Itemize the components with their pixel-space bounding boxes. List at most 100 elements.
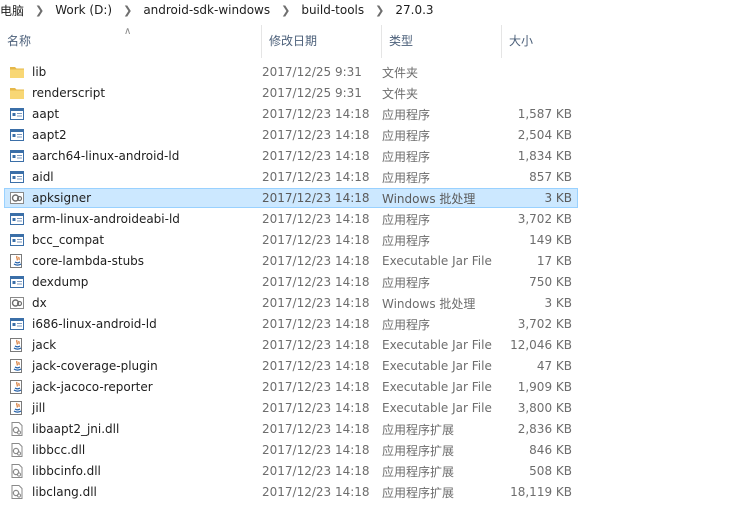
file-size: 2,836 KB [517, 422, 572, 436]
exe-icon [9, 148, 25, 164]
file-date: 2017/12/23 14:18 [262, 401, 370, 415]
batch-icon [9, 295, 25, 311]
dll-icon [9, 484, 25, 500]
file-type: 应用程序 [382, 233, 431, 248]
file-row[interactable]: lib 2017/12/25 9:31 文件夹 [4, 62, 578, 82]
dll-icon [9, 421, 25, 437]
file-name-cell: jack-jacoco-reporter [5, 379, 262, 395]
file-size: 149 KB [529, 233, 572, 247]
file-name: libaapt2_jni.dll [32, 422, 120, 436]
file-name-cell: libclang.dll [5, 484, 262, 500]
file-type: 应用程序 [382, 275, 431, 290]
file-type: 应用程序扩展 [382, 485, 455, 500]
column-header-size[interactable]: 大小 [501, 25, 581, 58]
column-header-type[interactable]: 类型 [381, 25, 501, 58]
file-row[interactable]: dx 2017/12/23 14:18 Windows 批处理 3 KB [4, 293, 578, 313]
exe-icon [9, 232, 25, 248]
file-row[interactable]: apksigner 2017/12/23 14:18 Windows 批处理 3 KB [4, 188, 578, 208]
file-name-cell: renderscript [5, 85, 262, 101]
file-date: 2017/12/23 14:18 [262, 485, 370, 499]
breadcrumb-item-sdk[interactable]: android-sdk-windows [141, 3, 272, 17]
file-date: 2017/12/23 14:18 [262, 380, 370, 394]
folder-icon [9, 85, 25, 101]
breadcrumb-item-this-pc[interactable]: 电脑 [0, 2, 26, 19]
file-name: jill [32, 401, 46, 415]
file-name-cell: aarch64-linux-android-ld [5, 148, 262, 164]
column-header-name[interactable]: ∧ 名称 [0, 25, 261, 58]
file-date: 2017/12/23 14:18 [262, 233, 370, 247]
sort-ascending-icon: ∧ [124, 26, 132, 37]
file-name: dx [32, 296, 47, 310]
column-header-date-label: 修改日期 [269, 34, 318, 48]
file-date: 2017/12/23 14:18 [262, 422, 370, 436]
breadcrumb-separator-icon[interactable]: ❯ [26, 4, 53, 17]
file-name: i686-linux-android-ld [32, 317, 157, 331]
file-row[interactable]: libaapt2_jni.dll 2017/12/23 14:18 应用程序扩展 2,… [4, 419, 578, 439]
file-size: 3,800 KB [517, 401, 572, 415]
breadcrumb-item-build-tools[interactable]: build-tools [299, 3, 366, 17]
file-name: aidl [32, 170, 54, 184]
file-name: aapt2 [32, 128, 67, 142]
file-date: 2017/12/23 14:18 [262, 149, 370, 163]
file-type: Executable Jar File [382, 380, 492, 394]
file-size: 12,046 KB [510, 338, 572, 352]
column-header-size-label: 大小 [509, 34, 534, 48]
breadcrumb-separator-icon[interactable]: ❯ [366, 4, 393, 17]
file-name: aarch64-linux-android-ld [32, 149, 180, 163]
file-row[interactable]: aapt 2017/12/23 14:18 应用程序 1,587 KB [4, 104, 578, 124]
file-size: 508 KB [529, 464, 572, 478]
file-row[interactable]: arm-linux-androideabi-ld 2017/12/23 14:18… [4, 209, 578, 229]
file-type: Windows 批处理 [382, 296, 476, 311]
file-row[interactable]: aarch64-linux-android-ld 2017/12/23 14:18… [4, 146, 578, 166]
file-name-cell: libbcinfo.dll [5, 463, 262, 479]
file-row[interactable]: dexdump 2017/12/23 14:18 应用程序 750 KB [4, 272, 578, 292]
file-date: 2017/12/23 14:18 [262, 107, 370, 121]
file-type: Executable Jar File [382, 359, 492, 373]
file-size: 18,119 KB [510, 485, 572, 499]
jar-icon [9, 358, 25, 374]
file-row[interactable]: core-lambda-stubs 2017/12/23 14:18 Executa… [4, 251, 578, 271]
column-header-date[interactable]: 修改日期 [261, 25, 381, 58]
folder-icon [9, 64, 25, 80]
file-name: dexdump [32, 275, 89, 289]
jar-icon [9, 337, 25, 353]
file-row[interactable]: jack-jacoco-reporter 2017/12/23 14:18 Exec… [4, 377, 578, 397]
file-size: 3,702 KB [517, 317, 572, 331]
file-size: 3,702 KB [517, 212, 572, 226]
file-name-cell: libaapt2_jni.dll [5, 421, 262, 437]
file-row[interactable]: jack-coverage-plugin 2017/12/23 14:18 Exec… [4, 356, 578, 376]
file-size: 1,909 KB [517, 380, 572, 394]
file-row[interactable]: libbcc.dll 2017/12/23 14:18 应用程序扩展 846 KB [4, 440, 578, 460]
file-date: 2017/12/23 14:18 [262, 443, 370, 457]
file-name: renderscript [32, 86, 106, 100]
column-header-row: ∧ 名称 修改日期 类型 大小 [0, 25, 581, 58]
file-type: 应用程序 [382, 128, 431, 143]
exe-icon [9, 316, 25, 332]
file-row[interactable]: i686-linux-android-ld 2017/12/23 14:18 应用程… [4, 314, 578, 334]
file-row[interactable]: aidl 2017/12/23 14:18 应用程序 857 KB [4, 167, 578, 187]
breadcrumb-item-version[interactable]: 27.0.3 [393, 3, 435, 17]
file-type: 应用程序扩展 [382, 443, 455, 458]
file-row[interactable]: renderscript 2017/12/25 9:31 文件夹 [4, 83, 578, 103]
jar-icon [9, 400, 25, 416]
file-name-cell: aapt2 [5, 127, 262, 143]
file-row[interactable]: aapt2 2017/12/23 14:18 应用程序 2,504 KB [4, 125, 578, 145]
file-row[interactable]: libclang.dll 2017/12/23 14:18 应用程序扩展 18,119… [4, 482, 578, 502]
file-row[interactable]: libbcinfo.dll 2017/12/23 14:18 应用程序扩展 508 K… [4, 461, 578, 481]
breadcrumb-item-drive[interactable]: Work (D:) [53, 3, 114, 17]
file-date: 2017/12/23 14:18 [262, 359, 370, 373]
file-name: jack [32, 338, 57, 352]
breadcrumb-separator-icon[interactable]: ❯ [272, 4, 299, 17]
file-row[interactable]: jill 2017/12/23 14:18 Executable Jar File 3… [4, 398, 578, 418]
file-date: 2017/12/23 14:18 [262, 275, 370, 289]
file-date: 2017/12/23 14:18 [262, 191, 370, 205]
file-name-cell: dx [5, 295, 262, 311]
file-row[interactable]: bcc_compat 2017/12/23 14:18 应用程序 149 KB [4, 230, 578, 250]
file-name: bcc_compat [32, 233, 105, 247]
file-name-cell: apksigner [5, 190, 262, 206]
file-row[interactable]: jack 2017/12/23 14:18 Executable Jar File 1… [4, 335, 578, 355]
column-header-type-label: 类型 [389, 34, 414, 48]
file-size: 3 KB [544, 296, 572, 310]
file-type: 应用程序 [382, 170, 431, 185]
file-name: libclang.dll [32, 485, 97, 499]
